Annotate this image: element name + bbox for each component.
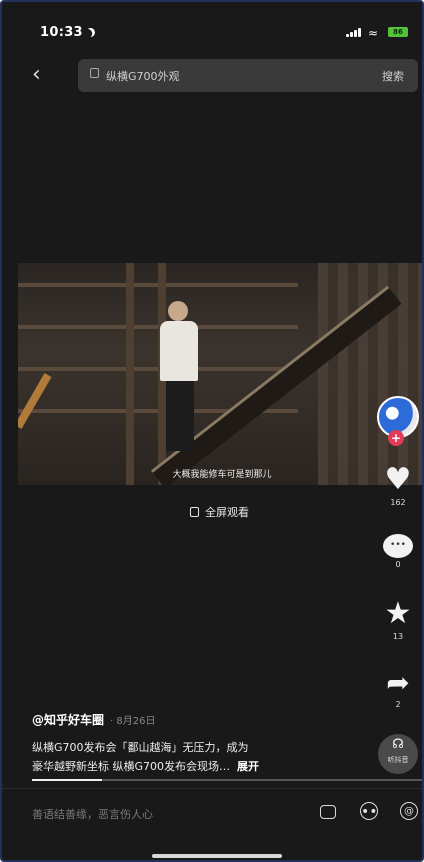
share-icon[interactable]: ➦ [374, 668, 422, 698]
wifi-icon: ≈ [368, 26, 379, 40]
comment-count: 0 [395, 560, 401, 569]
search-bar[interactable]: 纵横G700外观 搜索 [78, 59, 418, 92]
battery-icon: 86 [388, 27, 408, 37]
rod [18, 373, 52, 429]
author-avatar[interactable]: + [374, 396, 422, 446]
search-input[interactable]: 纵横G700外观 [106, 68, 180, 84]
person-legs [166, 381, 194, 451]
like-button[interactable]: ♥ 162 [374, 464, 422, 508]
share-count: 2 [395, 700, 401, 709]
back-icon[interactable]: ‹ [32, 64, 56, 88]
at-icon[interactable]: @ [400, 802, 418, 820]
listen-label: 听抖音 [387, 756, 409, 764]
post-date: · 8月26日 [110, 716, 156, 727]
time-text: 10:33 [40, 25, 83, 40]
image-icon[interactable] [320, 805, 336, 819]
tire-stack [318, 263, 422, 485]
plus-icon[interactable]: + [388, 430, 404, 446]
post [126, 263, 134, 485]
comment-input[interactable]: 善语结善缘，恶言伤人心 [32, 806, 153, 822]
divider [2, 788, 422, 789]
author-name[interactable]: @知乎好车圈 [32, 713, 104, 727]
status-time: 10:33 [40, 25, 95, 40]
like-count: 162 [390, 498, 406, 507]
home-indicator [152, 854, 282, 858]
status-bar: 10:33 ≈ 86 [2, 2, 422, 48]
video-progress-bar[interactable] [32, 779, 422, 781]
emoji-icon[interactable]: •• [360, 802, 378, 820]
person-body [160, 321, 198, 381]
listen-button[interactable]: ☊ 听抖音 [378, 734, 418, 774]
favorite-count: 13 [392, 632, 404, 641]
star-icon[interactable]: ★ [374, 598, 422, 630]
favorite-button[interactable]: ★ 13 [374, 598, 422, 642]
fullscreen-icon [190, 507, 199, 517]
person-head [168, 301, 188, 321]
search-button[interactable]: 搜索 [382, 68, 404, 84]
signal-icon [346, 28, 361, 37]
comment-button[interactable]: ••• 0 [374, 534, 422, 569]
moon-icon [85, 27, 97, 39]
video-subtitle: 大概我能修车可是到那儿 [172, 470, 272, 480]
share-button[interactable]: ➦ 2 [374, 668, 422, 710]
heart-icon[interactable]: ♥ [374, 464, 422, 496]
author-row[interactable]: @知乎好车圈 · 8月26日 [32, 711, 155, 728]
headphones-icon: ☊ [392, 737, 404, 752]
search-icon [90, 68, 99, 78]
phone-screen: 10:33 ≈ 86 ‹ 纵横G700外观 搜索 大概我能修车可是到那儿 全屏观… [0, 0, 424, 862]
fullscreen-label: 全屏观看 [205, 506, 249, 519]
description-line-1: 纵横G700发布会「鄱山越海」无压力，成为 [32, 741, 249, 754]
comment-icon[interactable]: ••• [383, 534, 413, 558]
post-description[interactable]: 纵横G700发布会「鄱山越海」无压力，成为 豪华越野新坐标 纵横G700发布会现… [32, 738, 368, 776]
expand-button[interactable]: 展开 [237, 760, 259, 773]
fullscreen-button[interactable]: 全屏观看 [190, 504, 249, 520]
video-progress-fill [32, 779, 103, 781]
description-line-2: 豪华越野新坐标 纵横G700发布会现场… [32, 760, 231, 773]
video-player[interactable]: 大概我能修车可是到那儿 [18, 263, 422, 485]
